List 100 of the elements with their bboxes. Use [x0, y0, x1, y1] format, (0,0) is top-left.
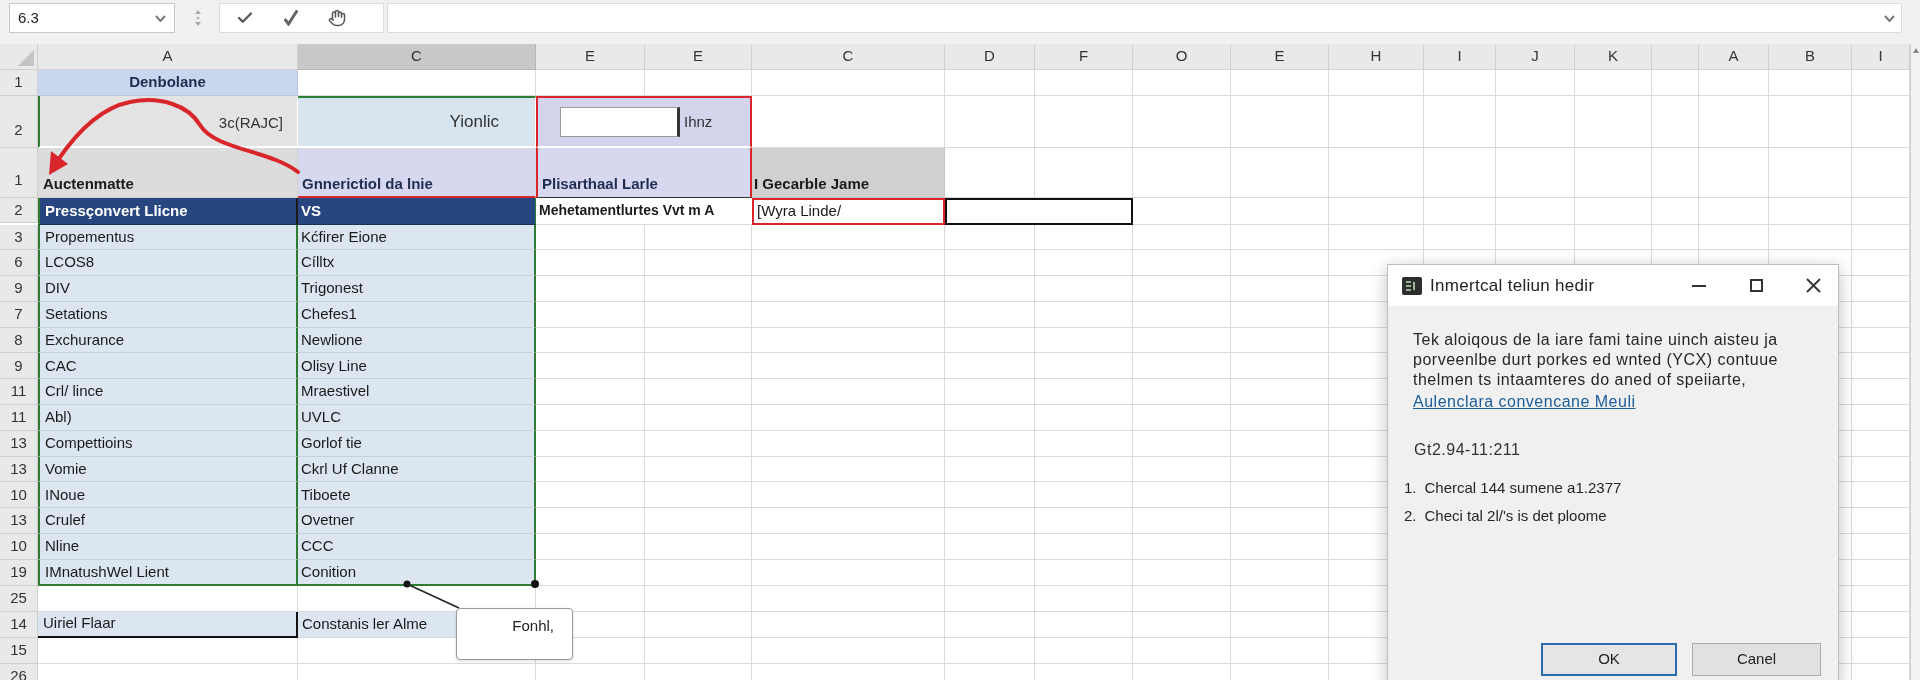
- check-icon[interactable]: [284, 10, 298, 26]
- row-header[interactable]: 7: [0, 301, 38, 328]
- row-header[interactable]: 10: [0, 482, 38, 509]
- row-header[interactable]: 1: [0, 70, 38, 96]
- scroll-up-icon[interactable]: [1912, 48, 1919, 53]
- maximize-icon: [1749, 279, 1763, 292]
- table-cell: Gorlof tie: [298, 430, 536, 457]
- grid-cell: [1652, 96, 1699, 148]
- table-cell: Newlione: [298, 327, 536, 354]
- row-header[interactable]: 25: [0, 585, 38, 612]
- row-header[interactable]: 1: [0, 148, 38, 198]
- grid-cell: [1652, 70, 1699, 96]
- row-header[interactable]: 6: [0, 250, 38, 277]
- column-header[interactable]: E: [645, 44, 752, 70]
- app-icon: [1402, 276, 1422, 295]
- row-header[interactable]: 2: [0, 96, 38, 148]
- dialog-title: Inmertcal teliun hedir: [1430, 274, 1595, 297]
- table-cell: I Gecarble Jame: [752, 148, 945, 198]
- row-header[interactable]: 19: [0, 559, 38, 586]
- table-cell: Auctenmatte: [38, 148, 298, 198]
- table-cell: Tiboete: [298, 482, 536, 509]
- grid-cell: [1652, 148, 1699, 198]
- column-header[interactable]: H: [1329, 44, 1424, 70]
- help-link[interactable]: Aulenclara convencane Meuli: [1413, 392, 1636, 412]
- row-header[interactable]: 9: [0, 353, 38, 380]
- table-cell: Plisarthaal Larle: [536, 148, 752, 198]
- column-header[interactable]: C: [298, 44, 536, 70]
- grip-icon: [195, 10, 201, 26]
- table-cell: Nline: [38, 534, 298, 560]
- row-header[interactable]: 11: [0, 405, 38, 431]
- table-cell: Yionlic: [298, 96, 536, 148]
- vertical-scrollbar[interactable]: [1910, 44, 1920, 680]
- field-label: Ihnz: [684, 111, 713, 132]
- ok-button[interactable]: OK: [1541, 643, 1677, 676]
- grid-cell: [1424, 198, 1496, 225]
- table-cell: Mraestivel: [298, 379, 536, 406]
- grid-cell: [1424, 148, 1496, 198]
- name-box[interactable]: 6.3: [9, 3, 175, 33]
- table-cell: Abl): [38, 405, 298, 431]
- column-header[interactable]: I: [1852, 44, 1910, 70]
- close-icon: [1805, 278, 1821, 293]
- triangle-icon: [18, 50, 34, 66]
- column-header[interactable]: A: [38, 44, 298, 70]
- row-header[interactable]: 15: [0, 637, 38, 664]
- table-cell: Denbolane: [38, 70, 298, 96]
- cancel-button[interactable]: Canel: [1692, 643, 1821, 676]
- table-cell: Kćfirer Eione: [298, 224, 536, 251]
- step-text: Chercal 144 sumene a1.2377: [1424, 477, 1622, 498]
- row-header[interactable]: 10: [0, 534, 38, 560]
- grid-cell: [1424, 96, 1496, 148]
- column-header[interactable]: A: [1699, 44, 1769, 70]
- row-header[interactable]: 11: [0, 379, 38, 406]
- step-text: Checi tal 2l/'s is det ploome: [1424, 505, 1607, 526]
- table-cell: [Wyra Linde/: [752, 198, 945, 225]
- column-header[interactable]: I: [1424, 44, 1496, 70]
- table-cell: IMnatushWel Lient: [38, 559, 298, 586]
- table-cell: Gnnerictiol da lnie: [298, 148, 536, 198]
- grid-cell: [1699, 96, 1769, 148]
- table-cell: Compettioins: [38, 430, 298, 457]
- fill-handle-icon[interactable]: [531, 580, 539, 588]
- step-number: 2.: [1404, 505, 1417, 526]
- table-cell: Conition: [298, 559, 536, 586]
- column-header[interactable]: F: [1035, 44, 1133, 70]
- table-cell: VS: [298, 198, 536, 225]
- table-cell: Ckrl Uf Clanne: [298, 456, 536, 483]
- table-cell: LCOS8: [38, 250, 298, 277]
- column-header[interactable]: E: [1231, 44, 1329, 70]
- table-cell: Propementus: [38, 224, 298, 251]
- table-cell: Olisy Line: [298, 353, 536, 380]
- column-header[interactable]: O: [1133, 44, 1231, 70]
- row-header[interactable]: 14: [0, 611, 38, 638]
- caret-icon[interactable]: [155, 14, 166, 22]
- input-field[interactable]: [560, 107, 680, 137]
- row-header[interactable]: 13: [0, 508, 38, 535]
- column-header[interactable]: D: [945, 44, 1035, 70]
- column-header[interactable]: B: [1769, 44, 1852, 70]
- table-cell: Cílltx: [298, 250, 536, 277]
- row-header[interactable]: 13: [0, 430, 38, 457]
- table-cell: 3c(RAJC]: [38, 96, 298, 148]
- row-header[interactable]: 2: [0, 198, 38, 223]
- table-cell: UVLC: [298, 405, 536, 431]
- expand-icon[interactable]: [1884, 14, 1895, 22]
- column-header[interactable]: J: [1496, 44, 1575, 70]
- formula-input[interactable]: [387, 3, 1902, 33]
- callout-leader: [403, 580, 461, 610]
- column-header[interactable]: E: [536, 44, 645, 70]
- table-cell: INoue: [38, 482, 298, 509]
- grid-cell: [1699, 70, 1769, 96]
- table-cell: Chefes1: [298, 301, 536, 328]
- grid-cell: [1699, 198, 1769, 225]
- row-header[interactable]: 13: [0, 456, 38, 483]
- table-cell: CCC: [298, 534, 536, 560]
- hand-icon[interactable]: [328, 9, 346, 27]
- row-header[interactable]: 3: [0, 224, 38, 251]
- grid-cell: [1652, 198, 1699, 225]
- column-header[interactable]: K: [1575, 44, 1652, 70]
- row-header[interactable]: 8: [0, 327, 38, 354]
- grid-cell: [1699, 148, 1769, 198]
- column-header[interactable]: C: [752, 44, 945, 70]
- row-header[interactable]: 9: [0, 276, 38, 302]
